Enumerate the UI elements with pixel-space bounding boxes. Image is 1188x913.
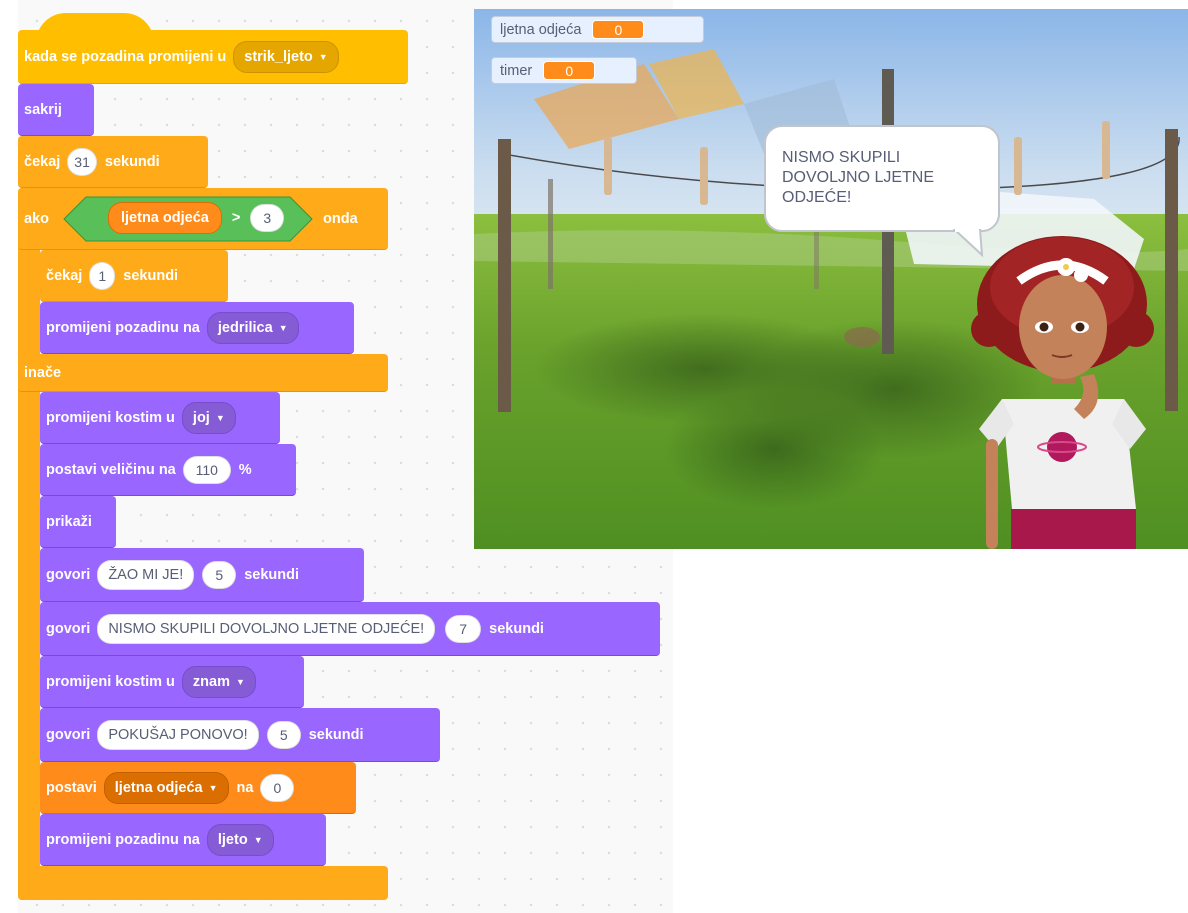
dropdown-value: ljetna odjeća (114, 779, 203, 796)
dropdown-arrow-icon: ▼ (278, 322, 288, 333)
switch-costume-block[interactable]: promijeni kostim u znam ▼ (40, 656, 304, 708)
operator-symbol: > (231, 210, 241, 226)
backdrop-dropdown[interactable]: strik_ljeto ▼ (233, 40, 339, 73)
dropdown-arrow-icon: ▼ (253, 834, 263, 845)
compare-value-input[interactable]: 3 (250, 204, 285, 232)
costume-dropdown[interactable]: znam ▼ (181, 665, 256, 698)
seconds-input[interactable]: 5 (266, 720, 301, 749)
block-label: promijeni pozadinu na (46, 831, 200, 848)
block-label: postavi (46, 779, 97, 796)
block-label: na (236, 779, 254, 796)
block-label: sekundi (104, 153, 160, 170)
if-else-block-arm[interactable] (18, 188, 40, 900)
block-label: prikaži (46, 513, 92, 530)
monitor-ljetna-odjeca[interactable]: ljetna odjeća 0 (491, 16, 704, 43)
show-block[interactable]: prikaži (40, 496, 116, 548)
message-input[interactable]: POKUŠAJ PONOVO! (97, 719, 259, 750)
dropdown-value: jedrilica (217, 319, 273, 336)
speech-bubble-tail (952, 229, 984, 258)
switch-backdrop-block[interactable]: promijeni pozadinu na jedrilica ▼ (40, 302, 354, 354)
switch-costume-block[interactable]: promijeni kostim u joj ▼ (40, 392, 280, 444)
if-else-block-bottom[interactable] (18, 866, 388, 900)
block-label: govori (46, 566, 91, 583)
backdrop-dropdown[interactable]: ljeto ▼ (206, 823, 274, 856)
block-label: sekundi (123, 267, 179, 284)
seconds-input[interactable]: 1 (89, 261, 116, 290)
dropdown-arrow-icon: ▼ (208, 782, 218, 793)
monitor-label: timer (500, 62, 533, 79)
block-label: % (238, 461, 252, 478)
backdrop-dropdown[interactable]: jedrilica ▼ (206, 311, 299, 344)
speech-line: NISMO SKUPILI (782, 149, 901, 166)
else-section[interactable]: inače (18, 354, 388, 392)
set-variable-block[interactable]: postavi ljetna odjeća ▼ na 0 (40, 762, 356, 814)
block-label: promijeni kostim u (46, 673, 175, 690)
set-size-block[interactable]: postavi veličinu na 110 % (40, 444, 296, 496)
dropdown-value: znam (192, 673, 230, 690)
say-for-secs-block[interactable]: govori NISMO SKUPILI DOVOLJNO LJETNE ODJ… (40, 602, 660, 656)
speech-line: ODJEĆE! (782, 189, 852, 206)
block-label: postavi veličinu na (46, 461, 176, 478)
size-input[interactable]: 110 (182, 455, 231, 484)
block-label: sekundi (308, 726, 364, 743)
hide-block[interactable]: sakrij (18, 84, 94, 136)
block-label: sekundi (489, 620, 544, 637)
message-input[interactable]: ŽAO MI JE! (97, 559, 195, 590)
message-input[interactable]: NISMO SKUPILI DOVOLJNO LJETNE ODJEĆE! (97, 613, 436, 644)
block-label: promijeni pozadinu na (46, 319, 200, 336)
monitor-label: ljetna odjeća (500, 21, 582, 38)
block-label: promijeni kostim u (46, 409, 175, 426)
monitor-timer[interactable]: timer 0 (491, 57, 637, 84)
seconds-input[interactable]: 31 (67, 147, 97, 176)
monitor-value: 0 (592, 20, 645, 39)
dropdown-value: joj (192, 409, 210, 426)
backdrop-meadow-clothesline (474, 9, 1188, 549)
seconds-input[interactable]: 5 (202, 560, 237, 589)
variable-dropdown[interactable]: ljetna odjeća ▼ (103, 771, 229, 804)
block-label: sekundi (244, 566, 300, 583)
block-label: kada se pozadina promijeni u (24, 48, 227, 65)
dropdown-arrow-icon: ▼ (215, 412, 225, 423)
switch-backdrop-block[interactable]: promijeni pozadinu na ljeto ▼ (40, 814, 326, 866)
speech-line: DOVOLJNO LJETNE (782, 169, 935, 186)
wait-block[interactable]: čekaj 1 sekundi (40, 250, 228, 302)
say-for-secs-block[interactable]: govori POKUŠAJ PONOVO! 5 sekundi (40, 708, 440, 762)
seconds-input[interactable]: 7 (445, 614, 482, 643)
block-label: sakrij (24, 101, 62, 118)
block-label: čekaj (46, 267, 83, 284)
dropdown-value: ljeto (217, 831, 248, 848)
wait-block[interactable]: čekaj 31 sekundi (18, 136, 208, 188)
value-input[interactable]: 0 (260, 773, 295, 802)
operator-contents: ljetna odjeća > 3 (108, 202, 292, 234)
monitor-value: 0 (543, 61, 596, 80)
block-label: onda (323, 210, 358, 227)
stage[interactable]: ljetna odjeća 0 timer 0 NISMO SKUPILI DO… (474, 9, 1188, 549)
else-label: inače (24, 364, 62, 381)
dropdown-value: strik_ljeto (244, 48, 313, 65)
block-label: govori (46, 620, 91, 637)
block-label: čekaj (24, 153, 61, 170)
dropdown-arrow-icon: ▼ (236, 676, 245, 687)
costume-dropdown[interactable]: joj ▼ (181, 401, 236, 434)
dropdown-arrow-icon: ▼ (318, 51, 328, 62)
when-backdrop-switches-block[interactable]: kada se pozadina promijeni u strik_ljeto… (18, 30, 408, 84)
variable-reporter[interactable]: ljetna odjeća (108, 202, 222, 234)
speech-bubble: NISMO SKUPILI DOVOLJNO LJETNE ODJEĆE! (764, 125, 1000, 232)
block-label: ako (24, 210, 49, 227)
block-label: govori (46, 726, 91, 743)
say-for-secs-block[interactable]: govori ŽAO MI JE! 5 sekundi (40, 548, 364, 602)
